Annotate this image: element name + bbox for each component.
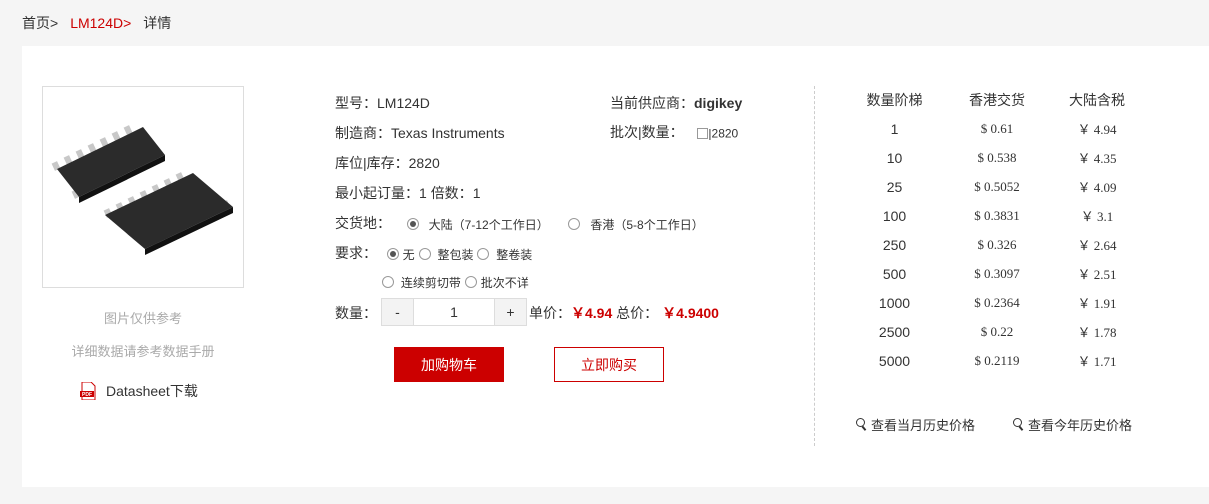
req-cut-tape-radio[interactable] (382, 276, 394, 289)
stock-row: 库位|库存：2820 (335, 155, 440, 171)
datasheet-download-link[interactable]: PDF Datasheet下载 (80, 381, 198, 401)
month-history-link[interactable]: 查看当月历史价格 (856, 415, 975, 434)
breadcrumb-part[interactable]: LM124D> (70, 15, 131, 31)
qty-label: 数量： (335, 305, 377, 321)
table-row: 1 $ 0.61 ￥ 4.94 (890, 120, 1117, 138)
search-icon (1013, 418, 1025, 431)
price-table-header: 数量阶梯 香港交货 大陆含税 (866, 91, 1126, 108)
qty-plus-button[interactable]: + (495, 299, 526, 325)
add-to-cart-button[interactable]: 加购物车 (394, 347, 504, 382)
datasheet-note: 详细数据请参考数据手册 (71, 344, 215, 359)
req-none-label: 无 (402, 247, 415, 262)
delivery-hk-label: 香港（5-8个工作日） (590, 217, 704, 232)
qty-input[interactable]: 1 (413, 299, 495, 325)
table-row: 2500 $ 0.22 ￥ 1.78 (878, 323, 1117, 341)
requirement-row-2: 连续剪切带 批次不详 (382, 273, 529, 291)
delivery-mainland-radio[interactable] (406, 218, 419, 231)
breadcrumb: 首页> LM124D> 详情 (22, 14, 171, 32)
delivery-mainland-label: 大陆（7-12个工作日） (428, 217, 549, 232)
model-row: 型号：LM124D (335, 95, 430, 111)
product-image (42, 86, 244, 288)
price-summary: 单价：￥4.94 总价： ￥4.9400 (529, 305, 719, 321)
year-history-link[interactable]: 查看今年历史价格 (1013, 415, 1132, 434)
delivery-row: 交货地： 大陆（7-12个工作日） 香港（5-8个工作日） (335, 215, 704, 232)
req-full-pack-radio[interactable] (418, 248, 431, 261)
price-table: 数量阶梯 香港交货 大陆含税 1 $ 0.61 ￥ 4.94 10 $ 0.538 ￥ … (842, 85, 1147, 375)
pdf-icon: PDF (80, 381, 96, 401)
batch-checkbox[interactable] (697, 127, 709, 139)
qty-minus-button[interactable]: - (382, 299, 413, 325)
req-full-pack-label: 整包装 (437, 247, 474, 262)
svg-text:PDF: PDF (82, 392, 92, 398)
table-row: 100 $ 0.3831 ￥ 3.1 (882, 207, 1114, 225)
req-none-radio[interactable] (386, 248, 399, 261)
req-full-reel-label: 整卷装 (496, 247, 533, 262)
image-note: 图片仅供参考 (103, 311, 182, 326)
divider (814, 86, 815, 446)
datasheet-label: Datasheet下载 (106, 383, 198, 399)
quantity-stepper: - 1 + (381, 298, 527, 326)
total-price: ￥4.9400 (662, 305, 719, 321)
req-cut-tape-label: 连续剪切带 (400, 275, 461, 290)
unit-price: ￥4.94 (571, 305, 613, 321)
table-row: 5000 $ 0.2119 ￥ 1.71 (878, 352, 1117, 370)
delivery-hk-radio[interactable] (568, 218, 581, 231)
req-batch-unknown-radio[interactable] (464, 276, 477, 289)
moq-row: 最小起订量：1 倍数：1 (335, 185, 481, 201)
product-panel: 图片仅供参考 详细数据请参考数据手册 PDF Datasheet下载 型号：LM… (22, 46, 1209, 487)
req-full-reel-radio[interactable] (477, 248, 490, 261)
table-row: 25 $ 0.5052 ￥ 4.09 (886, 178, 1117, 196)
requirement-row: 要求： 无 整包装 整卷装 (335, 245, 533, 262)
chip-image (51, 125, 233, 255)
table-row: 1000 $ 0.2364 ￥ 1.91 (878, 294, 1117, 312)
supplier-row: 当前供应商：digikey (610, 95, 743, 111)
table-row: 10 $ 0.538 ￥ 4.35 (886, 149, 1117, 167)
table-row: 500 $ 0.3097 ￥ 2.51 (882, 265, 1117, 283)
buy-now-button[interactable]: 立即购买 (554, 347, 664, 382)
breadcrumb-current: 详情 (143, 15, 172, 31)
batch-row: 批次|数量： |2820 (610, 124, 739, 141)
table-row: 250 $ 0.326 ￥ 2.64 (882, 236, 1117, 254)
req-batch-unknown-label: 批次不详 (480, 275, 529, 290)
search-icon (856, 418, 868, 431)
manufacturer-row: 制造商：Texas Instruments (335, 125, 505, 141)
supplier-name: digikey (694, 95, 743, 111)
breadcrumb-home[interactable]: 首页> (22, 13, 58, 33)
